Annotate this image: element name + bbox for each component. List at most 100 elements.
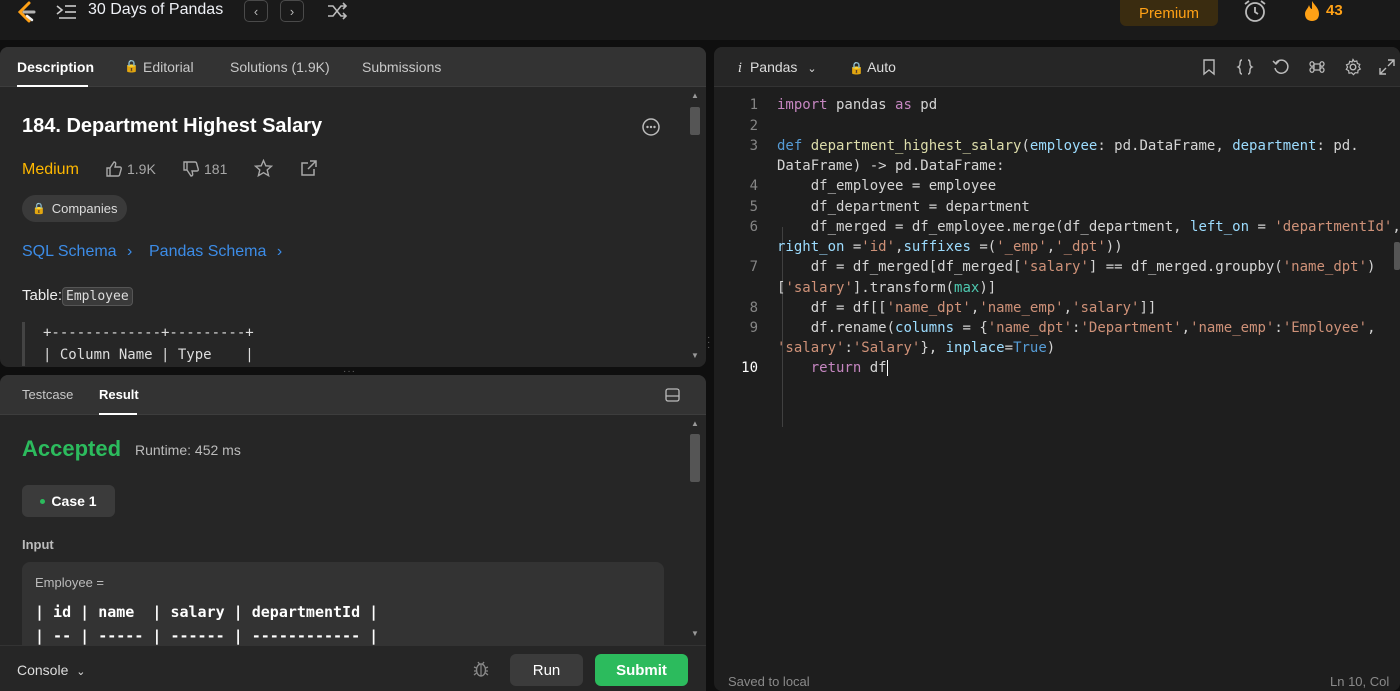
action-bar: Console ⌄ Run Submit: [0, 645, 706, 691]
premium-button[interactable]: Premium: [1120, 0, 1218, 26]
shuffle-icon[interactable]: [326, 2, 348, 20]
streak-fire-icon[interactable]: [1302, 0, 1322, 22]
more-options-icon[interactable]: [641, 117, 661, 137]
debug-bug-icon[interactable]: [472, 660, 490, 678]
tab-editorial[interactable]: Editorial: [143, 59, 194, 75]
favorite-star-icon[interactable]: [254, 159, 273, 178]
dislike-button[interactable]: 181: [182, 160, 227, 178]
prev-problem-button[interactable]: ‹: [244, 0, 268, 22]
input-table: | id | name | salary | departmentId | | -…: [35, 603, 379, 645]
pandas-schema-link[interactable]: Pandas Schema ›: [149, 243, 282, 261]
code-line: def department_highest_salary(employee: …: [777, 138, 1359, 154]
lock-icon: 🔒: [32, 203, 46, 215]
sql-schema-link[interactable]: SQL Schema ›: [22, 243, 132, 261]
streak-count: 43: [1326, 2, 1343, 19]
vertical-resize-handle[interactable]: · · ·: [707, 333, 711, 353]
description-scrollbar[interactable]: ▲ ▼: [688, 87, 702, 367]
code-line-wrap: right_on ='id',suffixes =('_emp','_dpt')…: [777, 239, 1123, 255]
code-line: df_employee = employee: [777, 178, 997, 194]
description-panel: Description 🔒 Editorial Solutions (1.9K)…: [0, 47, 706, 367]
lock-icon: 🔒: [124, 59, 139, 73]
scroll-thumb[interactable]: [690, 107, 700, 135]
code-line-wrap: DataFrame) -> pd.DataFrame:: [777, 158, 1005, 174]
run-button[interactable]: Run: [510, 654, 583, 686]
info-italic-icon: i: [738, 61, 743, 76]
code-line: return df: [810, 360, 888, 376]
code-line: df_department = department: [777, 199, 1030, 215]
problem-list-icon[interactable]: [55, 3, 77, 21]
case-1-tab[interactable]: Case 1: [22, 485, 115, 517]
scroll-up-icon[interactable]: ▲: [691, 91, 699, 100]
alarm-clock-icon[interactable]: [1242, 0, 1268, 24]
scroll-down-icon[interactable]: ▼: [691, 351, 699, 360]
line-number-current: 10: [741, 360, 758, 376]
console-toggle[interactable]: Console ⌄: [17, 662, 85, 678]
language-selector[interactable]: i Pandas ⌄: [738, 59, 817, 76]
chevron-right-icon: ›: [127, 243, 133, 260]
code-area[interactable]: 1 2 3 4 5 6 7 8 9 10 import pandas as pd…: [714, 87, 1400, 687]
code-line: import pandas as pd: [777, 97, 938, 113]
code-line: df = df_merged[df_merged['salary'] == df…: [777, 259, 1376, 275]
code-line: df = df[['name_dpt','name_emp','salary']…: [777, 300, 1157, 316]
bookmark-icon[interactable]: [1200, 58, 1218, 76]
difficulty-badge: Medium: [22, 161, 79, 178]
active-tab-indicator: [99, 413, 137, 415]
editor-scroll-thumb[interactable]: [1394, 242, 1400, 270]
save-status: Saved to local: [728, 674, 810, 689]
fullscreen-expand-icon[interactable]: [1378, 58, 1396, 76]
code-line-wrap: ['salary'].transform(max)]: [777, 280, 997, 296]
line-number: 3: [749, 138, 758, 154]
table-label: Table: Employee: [22, 287, 133, 306]
line-number: 5: [749, 199, 758, 215]
result-scrollbar[interactable]: ▲ ▼: [688, 419, 702, 645]
next-problem-button[interactable]: ›: [280, 0, 304, 22]
submit-button[interactable]: Submit: [595, 654, 688, 686]
like-button[interactable]: 1.9K: [105, 160, 156, 178]
lock-icon: 🔒: [849, 61, 864, 75]
text-cursor: [886, 360, 888, 376]
problem-list-title[interactable]: 30 Days of Pandas: [88, 1, 223, 19]
leetcode-logo[interactable]: [14, 0, 40, 26]
format-braces-icon[interactable]: [1236, 58, 1254, 76]
line-number: 8: [749, 300, 758, 316]
chevron-down-icon: ⌄: [76, 666, 86, 678]
chevron-down-icon: ⌄: [807, 63, 817, 75]
chevron-right-icon: ›: [276, 243, 283, 260]
scroll-down-icon[interactable]: ▼: [691, 629, 699, 638]
share-icon[interactable]: [299, 159, 318, 178]
line-number: 4: [749, 178, 758, 194]
tab-testcase[interactable]: Testcase: [22, 387, 73, 402]
chevron-right-icon: ›: [289, 3, 295, 19]
thumbs-down-icon: [183, 161, 199, 177]
auto-mode-toggle[interactable]: 🔒 Auto: [849, 59, 896, 75]
result-tabbar: Testcase Result: [0, 375, 706, 415]
tab-description[interactable]: Description: [17, 59, 94, 75]
description-tabbar: Description 🔒 Editorial Solutions (1.9K)…: [0, 47, 706, 87]
table-name-code: Employee: [62, 287, 133, 306]
result-status: Accepted: [22, 436, 122, 461]
line-number: 9: [749, 320, 758, 336]
panel-layout-icon[interactable]: [665, 388, 680, 402]
line-number: 2: [749, 118, 758, 134]
code-editor-panel: i Pandas ⌄ 🔒 Auto 1 2 3 4 5 6 7 8 9 10 i…: [714, 47, 1400, 691]
result-panel: Testcase Result Accepted Runtime: 452 ms…: [0, 375, 706, 691]
schema-table-preview: +-------------+---------+ | Column Name |…: [22, 322, 254, 366]
tab-submissions[interactable]: Submissions: [362, 59, 441, 75]
cursor-position: Ln 10, Col 1: [1330, 674, 1390, 691]
thumbs-up-icon: [106, 161, 122, 177]
code-line: df_merged = df_employee.merge(df_departm…: [777, 219, 1400, 235]
settings-gear-icon[interactable]: [1344, 58, 1362, 76]
scroll-thumb[interactable]: [690, 434, 700, 482]
companies-label: Companies: [51, 201, 118, 216]
code-line: df.rename(columns = {'name_dpt':'Departm…: [777, 320, 1376, 336]
command-icon[interactable]: [1308, 58, 1326, 76]
top-navbar: 30 Days of Pandas ‹ › Premium 43: [0, 0, 1400, 40]
tab-solutions[interactable]: Solutions (1.9K): [230, 59, 330, 75]
line-number: 6: [749, 219, 758, 235]
case-pass-dot: [40, 498, 46, 504]
companies-tag[interactable]: 🔒 Companies: [22, 195, 128, 222]
editor-toolbar: i Pandas ⌄ 🔒 Auto: [714, 47, 1400, 87]
tab-result[interactable]: Result: [99, 387, 139, 402]
reset-icon[interactable]: [1272, 58, 1290, 76]
scroll-up-icon[interactable]: ▲: [691, 419, 699, 428]
